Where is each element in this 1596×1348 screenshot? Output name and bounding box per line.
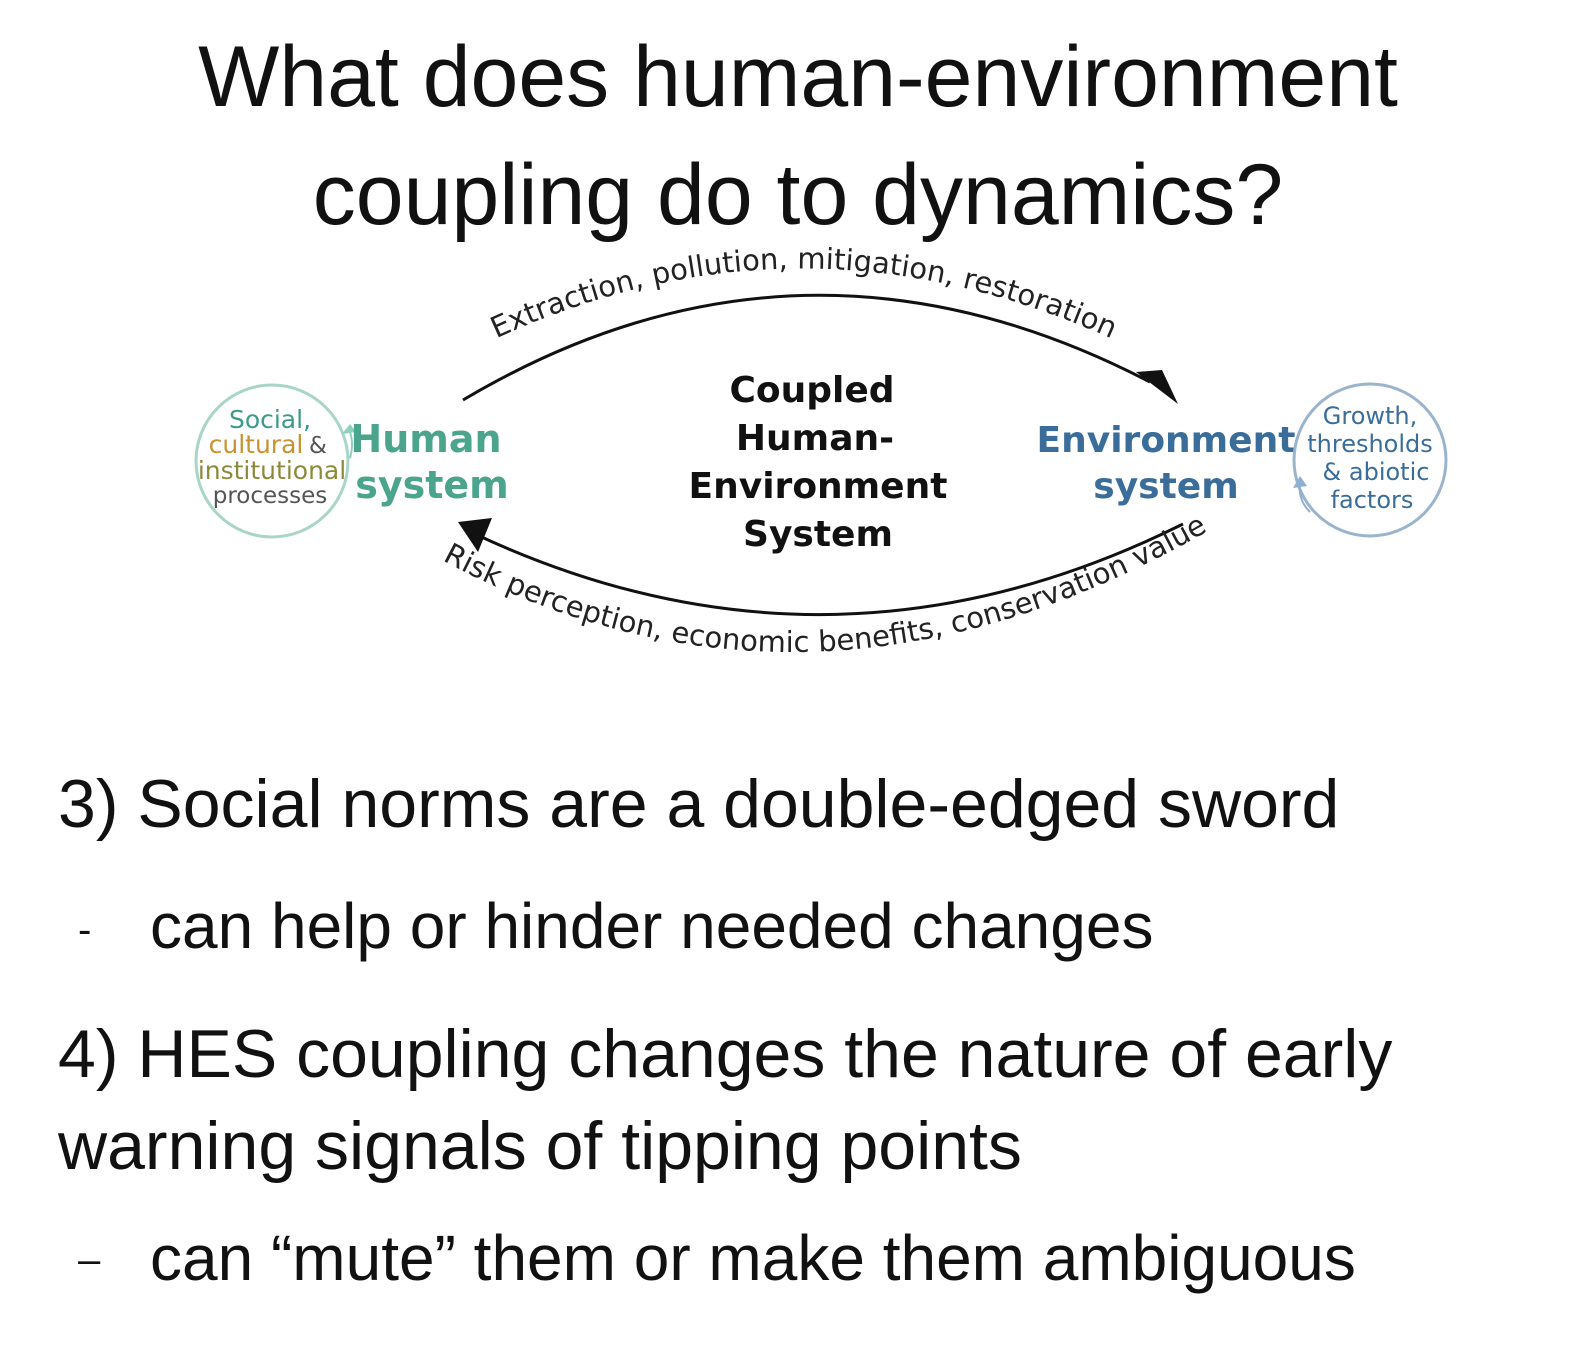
right-circle-line-4: factors bbox=[1331, 486, 1414, 514]
bullet-4-dash: – bbox=[78, 1238, 101, 1282]
right-circle-line-2: thresholds bbox=[1307, 430, 1433, 458]
environment-system-label: Environment system bbox=[1037, 420, 1296, 507]
bullet-3-dash: - bbox=[78, 908, 92, 952]
center-label-line-4: System bbox=[743, 514, 893, 555]
bullet-3-sub: can help or hinder needed changes bbox=[150, 890, 1154, 962]
human-system-label: Human system bbox=[350, 417, 508, 507]
bullet-4-sub: can “mute” them or make them ambiguous bbox=[150, 1222, 1356, 1294]
environment-system-line-2: system bbox=[1093, 466, 1238, 507]
coupled-system-diagram: Extraction, pollution, mitigation, resto… bbox=[194, 241, 1448, 659]
top-arrow-head bbox=[1136, 370, 1178, 404]
environment-system-line-1: Environment bbox=[1037, 420, 1296, 461]
right-circle-line-1: Growth, bbox=[1323, 402, 1418, 430]
left-circle-institutional: institutional bbox=[198, 456, 346, 485]
right-circle-text: Growth, thresholds & abiotic factors bbox=[1307, 402, 1433, 514]
human-system-line-2: system bbox=[355, 463, 509, 507]
left-circle-processes: processes bbox=[213, 483, 328, 509]
center-label-line-1: Coupled bbox=[729, 370, 894, 411]
left-circle-cultural: cultural bbox=[209, 430, 304, 459]
left-circle-text: Social, cultural & institutional process… bbox=[198, 405, 346, 509]
bullet-3: 3) Social norms are a double-edged sword bbox=[58, 766, 1340, 842]
bullet-4-line-1: 4) HES coupling changes the nature of ea… bbox=[58, 1016, 1393, 1092]
center-label: Coupled Human- Environment System bbox=[689, 370, 948, 555]
right-circle-line-3: & abiotic bbox=[1323, 458, 1430, 486]
center-label-line-2: Human- bbox=[736, 418, 894, 459]
human-system-line-1: Human bbox=[350, 417, 501, 461]
center-label-line-3: Environment bbox=[689, 466, 948, 507]
bullet-4-line-2: warning signals of tipping points bbox=[58, 1108, 1022, 1184]
